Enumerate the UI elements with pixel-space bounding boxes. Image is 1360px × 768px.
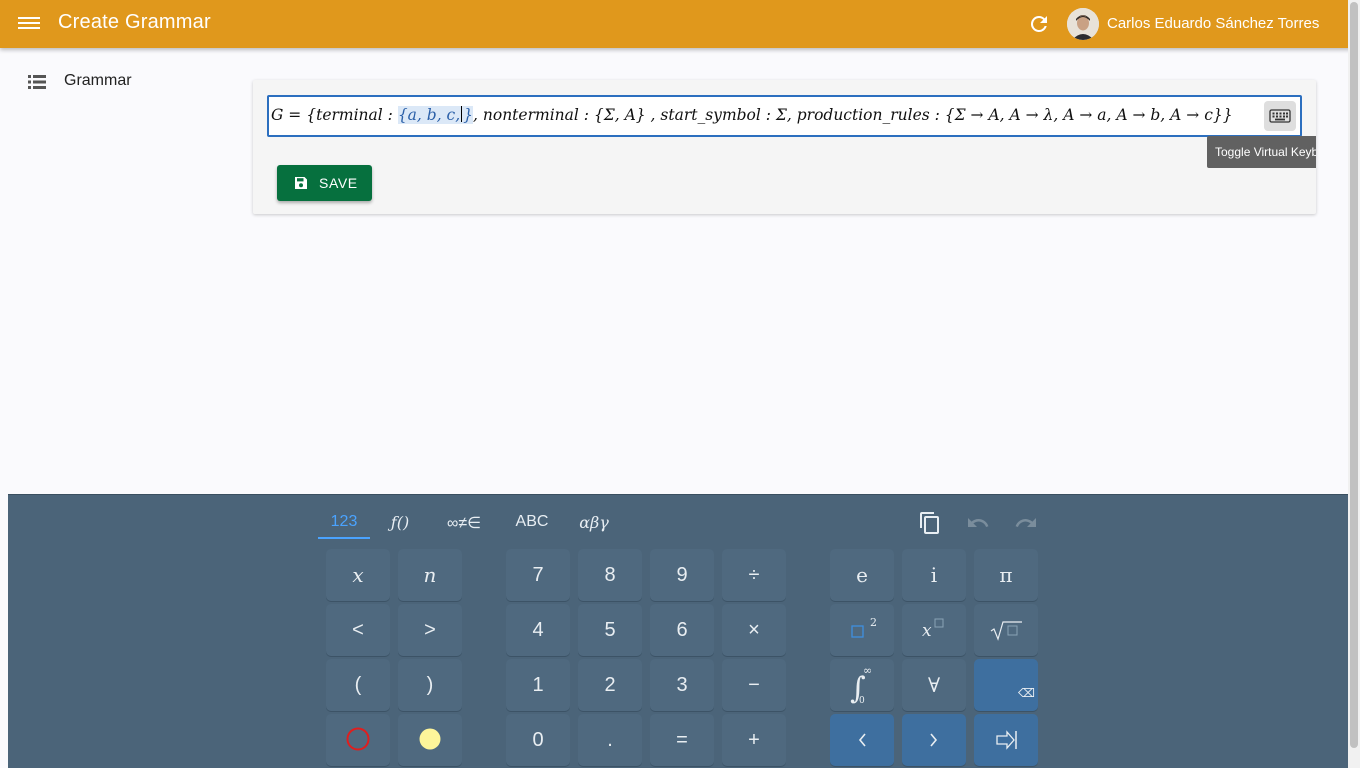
text-caret (461, 106, 463, 122)
menu-icon[interactable] (18, 14, 40, 34)
svg-text:∞: ∞ (863, 664, 872, 677)
redo-icon[interactable] (1014, 511, 1038, 535)
key-multiply[interactable]: × (722, 604, 786, 656)
math-input-field[interactable]: G = {terminal : {a, b, c,}, nonterminal … (267, 95, 1302, 137)
key-decimal[interactable]: . (578, 714, 642, 766)
key-open-paren[interactable]: ( (326, 659, 390, 711)
circle-filled-icon (419, 728, 441, 750)
key-5[interactable]: 5 (578, 604, 642, 656)
svg-text:0: 0 (859, 696, 865, 706)
tab-numeric[interactable]: 123 (318, 513, 370, 539)
tab-functions[interactable]: ƒ() (382, 513, 418, 539)
key-greater-than[interactable]: > (398, 604, 462, 656)
key-move-left[interactable] (830, 714, 894, 766)
power-icon: x (922, 618, 944, 641)
key-power[interactable]: x (902, 604, 966, 656)
save-button-label: SAVE (319, 175, 358, 191)
formula-selection: {a, b, c,} (397, 106, 474, 124)
key-sqrt[interactable] (974, 604, 1038, 656)
grammar-formula: G = {terminal : {a, b, c,}, nonterminal … (271, 106, 1233, 124)
app-bar: Create Grammar Carlos Eduardo Sánchez To… (0, 0, 1360, 48)
key-9[interactable]: 9 (650, 549, 714, 601)
svg-text:x: x (922, 621, 932, 641)
key-e[interactable]: e (830, 549, 894, 601)
key-tab[interactable] (974, 714, 1038, 766)
keyboard-icon (1269, 109, 1291, 123)
save-icon (295, 177, 307, 189)
key-plus[interactable]: + (722, 714, 786, 766)
key-placeholder[interactable] (326, 714, 390, 766)
sidebar-item-grammar[interactable]: Grammar (10, 64, 230, 100)
key-2[interactable]: 2 (578, 659, 642, 711)
key-backspace[interactable]: ⌫ (974, 659, 1038, 711)
formula-selected-text: {a, b, c, (397, 106, 461, 124)
key-less-than[interactable]: < (326, 604, 390, 656)
key-0[interactable]: 0 (506, 714, 570, 766)
key-square[interactable]: 2 (830, 604, 894, 656)
formula-prefix: G = {terminal : (271, 106, 398, 124)
key-divide[interactable]: ÷ (722, 549, 786, 601)
key-for-all[interactable]: ∀ (902, 659, 966, 711)
integral-icon: ∫ ∞ 0 (850, 664, 872, 706)
square-icon: 2 (851, 616, 877, 638)
key-pi[interactable]: π (974, 549, 1038, 601)
keyboard-tooltip: Toggle Virtual Keyb (1207, 136, 1316, 168)
avatar[interactable] (1067, 8, 1099, 40)
key-move-right[interactable] (902, 714, 966, 766)
copy-icon[interactable] (918, 511, 942, 535)
formula-selected-close: } (463, 106, 474, 124)
formula-rest: , nonterminal : {Σ, A} , start_symbol : … (473, 106, 1233, 124)
key-i[interactable]: i (902, 549, 966, 601)
page-scrollbar[interactable] (1348, 0, 1360, 768)
undo-icon[interactable] (966, 511, 990, 535)
key-next-placeholder[interactable] (398, 714, 462, 766)
virtual-keyboard: 123 ƒ() ∞≠∈ ABC αβγ x n 7 8 9 ÷ e i π < … (8, 494, 1348, 768)
user-name[interactable]: Carlos Eduardo Sánchez Torres (1107, 15, 1319, 32)
chevron-left-icon (858, 733, 866, 747)
key-close-paren[interactable]: ) (398, 659, 462, 711)
tab-greek[interactable]: αβγ (574, 513, 614, 539)
key-3[interactable]: 3 (650, 659, 714, 711)
page-title: Create Grammar (58, 11, 211, 33)
key-x[interactable]: x (326, 549, 390, 601)
key-7[interactable]: 7 (506, 549, 570, 601)
tab-alphabet[interactable]: ABC (512, 513, 552, 539)
circle-outline-icon (346, 727, 370, 751)
key-minus[interactable]: − (722, 659, 786, 711)
sqrt-icon (990, 621, 1022, 641)
key-8[interactable]: 8 (578, 549, 642, 601)
scrollbar-thumb[interactable] (1350, 2, 1358, 748)
svg-text:⌫: ⌫ (1017, 686, 1035, 700)
key-equals[interactable]: = (650, 714, 714, 766)
key-4[interactable]: 4 (506, 604, 570, 656)
key-1[interactable]: 1 (506, 659, 570, 711)
svg-text:2: 2 (870, 616, 877, 629)
save-button[interactable]: SAVE (277, 165, 372, 201)
keyboard-toggle-button[interactable] (1264, 101, 1296, 131)
key-6[interactable]: 6 (650, 604, 714, 656)
backspace-icon: ⌫ (1017, 686, 1035, 700)
tab-arrow-icon (996, 730, 1017, 750)
grammar-card: G = {terminal : {a, b, c,}, nonterminal … (253, 80, 1316, 214)
key-integral[interactable]: ∫ ∞ 0 (830, 659, 894, 711)
refresh-icon[interactable] (1027, 12, 1051, 36)
key-n[interactable]: n (398, 549, 462, 601)
list-icon (28, 75, 46, 89)
sidebar-item-label: Grammar (64, 72, 132, 89)
chevron-right-icon (930, 733, 938, 747)
tab-symbols[interactable]: ∞≠∈ (438, 513, 490, 539)
